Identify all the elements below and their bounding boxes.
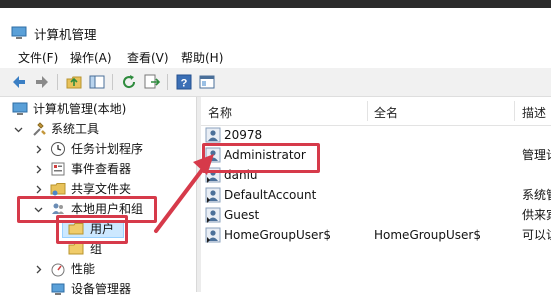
- table-row[interactable]: DefaultAccount 系统管: [201, 185, 551, 205]
- chevron-right-icon[interactable]: [34, 265, 43, 274]
- annotation-box-administrator: [202, 143, 320, 173]
- column-header-fullname[interactable]: 全名: [374, 104, 398, 121]
- tree-item-root[interactable]: 计算机管理(本地): [0, 99, 196, 119]
- column-divider[interactable]: [514, 101, 515, 121]
- user-list-view: 名称 全名 描述 20978 Administrator 管理计: [201, 97, 551, 292]
- user-description: 可以访: [522, 228, 551, 242]
- user-icon: [205, 127, 221, 143]
- top-edge-strip: [0, 0, 551, 8]
- chevron-right-icon[interactable]: [34, 145, 43, 154]
- user-icon: [205, 227, 221, 243]
- event-viewer-icon: [51, 162, 65, 176]
- device-manager-icon: [51, 283, 65, 295]
- svg-text:?: ?: [181, 78, 188, 90]
- toolbar-separator: [57, 74, 58, 90]
- properties-icon[interactable]: [198, 73, 216, 91]
- menu-bar: 文件(F) 操作(A) 查看(V) 帮助(H): [0, 44, 551, 68]
- list-header: 名称 全名 描述: [201, 97, 551, 126]
- chevron-right-icon[interactable]: [34, 185, 43, 194]
- refresh-icon[interactable]: [120, 73, 138, 91]
- console-tree: 计算机管理(本地) 系统工具 任务计划程序 事件查看器 共享文件夹 本地用户和组…: [0, 97, 196, 296]
- user-icon: [205, 207, 221, 223]
- tree-item-label: 事件查看器: [71, 162, 132, 176]
- computer-management-icon: [11, 26, 27, 39]
- menu-help[interactable]: 帮助(H): [181, 49, 223, 66]
- column-header-description[interactable]: 描述: [522, 104, 546, 121]
- help-icon[interactable]: ?: [175, 73, 193, 91]
- tree-item-performance[interactable]: 性能: [0, 259, 196, 279]
- computer-management-icon: [12, 102, 28, 115]
- column-divider[interactable]: [367, 101, 368, 121]
- forward-arrow-icon[interactable]: [33, 73, 51, 91]
- tree-item-label: 计算机管理(本地): [33, 102, 127, 116]
- tree-item-event-viewer[interactable]: 事件查看器: [0, 159, 196, 179]
- column-header-name[interactable]: 名称: [208, 104, 232, 121]
- toolbar-separator: [112, 74, 113, 90]
- annotation-box-users-folder: [56, 215, 128, 244]
- user-description: 系统管: [522, 188, 551, 202]
- table-row[interactable]: 20978: [201, 125, 551, 145]
- user-description: 供来宾: [522, 208, 551, 222]
- toolbar-separator: [167, 74, 168, 90]
- table-row[interactable]: Guest 供来宾: [201, 205, 551, 225]
- show-hide-tree-icon[interactable]: [88, 73, 106, 91]
- toolbar: ?: [0, 68, 551, 97]
- tree-item-label: 性能: [71, 262, 96, 276]
- chevron-right-icon[interactable]: [34, 165, 43, 174]
- tree-item-label: 任务计划程序: [71, 142, 144, 156]
- user-name: HomeGroupUser$: [224, 228, 331, 242]
- user-name: DefaultAccount: [224, 188, 317, 202]
- user-name: Guest: [224, 208, 260, 222]
- menu-file[interactable]: 文件(F): [18, 49, 58, 66]
- tools-icon: [33, 122, 46, 136]
- menu-view[interactable]: 查看(V): [127, 49, 169, 66]
- tree-item-task-scheduler[interactable]: 任务计划程序: [0, 139, 196, 159]
- shared-folder-icon: [50, 183, 66, 196]
- title-bar: 计算机管理: [0, 8, 551, 44]
- user-description: 管理计: [522, 148, 551, 162]
- tree-item-label: 设备管理器: [71, 282, 132, 296]
- table-row[interactable]: HomeGroupUser$ HomeGroupUser$ 可以访: [201, 225, 551, 245]
- tree-item-device-manager[interactable]: 设备管理器: [0, 279, 196, 299]
- clock-icon: [51, 142, 65, 156]
- menu-action[interactable]: 操作(A): [70, 49, 112, 66]
- chevron-down-icon[interactable]: [14, 125, 23, 134]
- user-fullname: HomeGroupUser$: [374, 228, 481, 242]
- user-name: 20978: [224, 128, 263, 142]
- up-folder-icon[interactable]: [65, 73, 83, 91]
- back-arrow-icon[interactable]: [10, 73, 28, 91]
- window-title: 计算机管理: [34, 27, 97, 42]
- user-icon: [205, 187, 221, 203]
- tree-item-system-tools[interactable]: 系统工具: [0, 119, 196, 139]
- performance-icon: [51, 263, 65, 277]
- export-list-icon[interactable]: [143, 73, 161, 91]
- tree-item-label: 系统工具: [51, 122, 100, 136]
